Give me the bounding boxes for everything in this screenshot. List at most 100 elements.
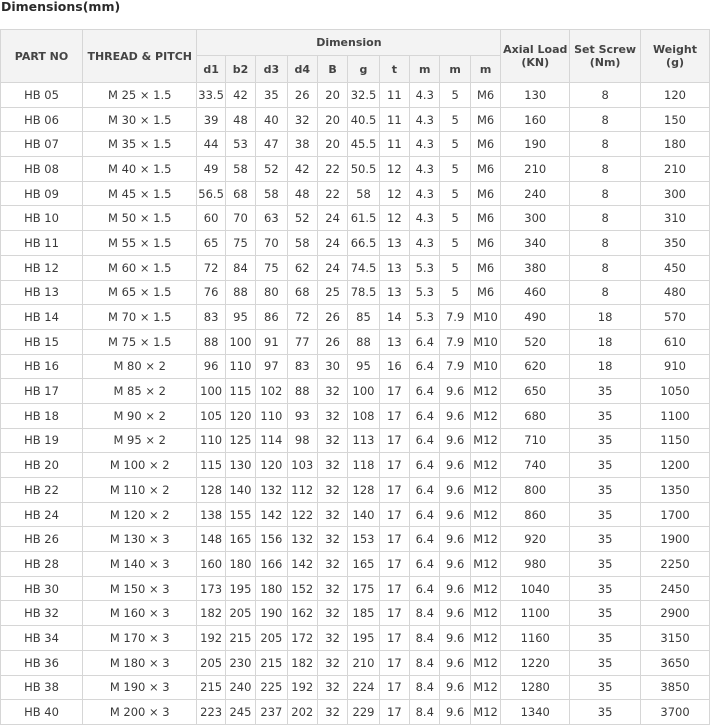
table-row: HB 13 M 65 × 1.5 76 88 80 68 25 78.5 13 5.3 5 M6 460… xyxy=(0,279,710,306)
cell-thread-pitch: M 55 × 1.5 xyxy=(82,230,198,256)
cell-B: 32 xyxy=(316,427,349,454)
cell-d1: 182 xyxy=(196,600,226,627)
cell-d1: 88 xyxy=(196,328,226,355)
cell-d4: 162 xyxy=(286,600,318,627)
cell-g: 210 xyxy=(347,649,380,676)
cell-b2: 53 xyxy=(224,131,257,158)
table-row: HB 12 M 60 × 1.5 72 84 75 62 24 74.5 13 5.3 5 M6 380… xyxy=(0,254,710,281)
cell-m3: M12 xyxy=(469,625,502,651)
cell-set-screw: 18 xyxy=(569,304,642,330)
cell-d3: 142 xyxy=(255,501,288,528)
cell-axial-load: 520 xyxy=(500,328,571,355)
cell-m2: 5 xyxy=(439,156,471,182)
cell-d1: 39 xyxy=(196,106,226,133)
cell-t: 12 xyxy=(378,156,411,182)
header-axial-load-label: Axial Load xyxy=(503,43,568,56)
cell-m2: 9.6 xyxy=(439,551,471,577)
cell-d3: 110 xyxy=(255,402,288,429)
cell-thread-pitch: M 65 × 1.5 xyxy=(82,279,198,306)
cell-t: 17 xyxy=(378,551,411,577)
cell-d3: 156 xyxy=(255,526,288,553)
cell-B: 20 xyxy=(316,106,349,133)
table-row: HB 18 M 90 × 2 105 120 110 93 32 108 17 6.4 9.6 M12… xyxy=(0,402,710,429)
cell-g: 32.5 xyxy=(347,82,380,108)
cell-part-no: HB 06 xyxy=(0,106,84,133)
cell-thread-pitch: M 200 × 3 xyxy=(82,699,198,725)
cell-B: 24 xyxy=(316,254,349,281)
table-row: HB 14 M 70 × 1.5 83 95 86 72 26 85 14 5.3 7.9 M10 49… xyxy=(0,304,710,330)
cell-set-screw: 18 xyxy=(569,353,642,380)
cell-weight: 480 xyxy=(640,279,710,306)
cell-B: 32 xyxy=(316,575,349,602)
header-part-no: PART NO xyxy=(0,29,84,83)
cell-m1: 4.3 xyxy=(409,82,441,108)
cell-m2: 5 xyxy=(439,131,471,158)
cell-d1: 173 xyxy=(196,575,226,602)
cell-thread-pitch: M 45 × 1.5 xyxy=(82,180,198,207)
cell-d3: 205 xyxy=(255,625,288,651)
cell-b2: 180 xyxy=(224,551,257,577)
cell-B: 25 xyxy=(316,279,349,306)
cell-weight: 300 xyxy=(640,180,710,207)
cell-t: 12 xyxy=(378,180,411,207)
cell-g: 229 xyxy=(347,699,380,725)
cell-d3: 190 xyxy=(255,600,288,627)
cell-g: 66.5 xyxy=(347,230,380,256)
cell-m3: M10 xyxy=(469,328,502,355)
cell-m2: 5 xyxy=(439,82,471,108)
cell-d4: 152 xyxy=(286,575,318,602)
cell-thread-pitch: M 25 × 1.5 xyxy=(82,82,198,108)
cell-t: 17 xyxy=(378,699,411,725)
table-row: HB 20 M 100 × 2 115 130 120 103 32 118 17 6.4 9.6 M… xyxy=(0,452,710,478)
cell-m3: M6 xyxy=(469,82,502,108)
cell-t: 13 xyxy=(378,230,411,256)
cell-B: 32 xyxy=(316,477,349,503)
cell-t: 16 xyxy=(378,353,411,380)
cell-axial-load: 1160 xyxy=(500,625,571,651)
cell-d4: 103 xyxy=(286,452,318,478)
cell-axial-load: 130 xyxy=(500,82,571,108)
cell-b2: 120 xyxy=(224,402,257,429)
cell-set-screw: 8 xyxy=(569,279,642,306)
cell-d3: 47 xyxy=(255,131,288,158)
cell-d1: 56.5 xyxy=(196,180,226,207)
cell-part-no: HB 40 xyxy=(0,699,84,725)
cell-m3: M12 xyxy=(469,427,502,454)
cell-m1: 6.4 xyxy=(409,477,441,503)
cell-m3: M12 xyxy=(469,402,502,429)
cell-axial-load: 1040 xyxy=(500,575,571,602)
cell-d4: 48 xyxy=(286,180,318,207)
cell-thread-pitch: M 130 × 3 xyxy=(82,526,198,553)
cell-m2: 5 xyxy=(439,180,471,207)
cell-b2: 68 xyxy=(224,180,257,207)
cell-m1: 8.4 xyxy=(409,699,441,725)
cell-part-no: HB 19 xyxy=(0,427,84,454)
header-set-screw: Set Screw (Nm) xyxy=(569,29,642,83)
cell-m2: 9.6 xyxy=(439,600,471,627)
cell-t: 12 xyxy=(378,205,411,232)
cell-m1: 6.4 xyxy=(409,501,441,528)
cell-part-no: HB 34 xyxy=(0,625,84,651)
cell-b2: 58 xyxy=(224,156,257,182)
cell-t: 11 xyxy=(378,131,411,158)
cell-weight: 1050 xyxy=(640,378,710,404)
cell-m3: M10 xyxy=(469,304,502,330)
cell-part-no: HB 16 xyxy=(0,353,84,380)
cell-d1: 60 xyxy=(196,205,226,232)
cell-g: 45.5 xyxy=(347,131,380,158)
cell-m3: M12 xyxy=(469,649,502,676)
table-row: HB 07 M 35 × 1.5 44 53 47 38 20 45.5 11 4.3 5 M6 190… xyxy=(0,131,710,158)
cell-g: 88 xyxy=(347,328,380,355)
cell-t: 11 xyxy=(378,106,411,133)
cell-part-no: HB 12 xyxy=(0,254,84,281)
cell-g: 100 xyxy=(347,378,380,404)
cell-m3: M10 xyxy=(469,353,502,380)
cell-weight: 450 xyxy=(640,254,710,281)
cell-set-screw: 35 xyxy=(569,526,642,553)
cell-m3: M12 xyxy=(469,501,502,528)
cell-d3: 86 xyxy=(255,304,288,330)
cell-g: 224 xyxy=(347,674,380,701)
cell-B: 32 xyxy=(316,452,349,478)
cell-m3: M6 xyxy=(469,156,502,182)
cell-set-screw: 35 xyxy=(569,575,642,602)
